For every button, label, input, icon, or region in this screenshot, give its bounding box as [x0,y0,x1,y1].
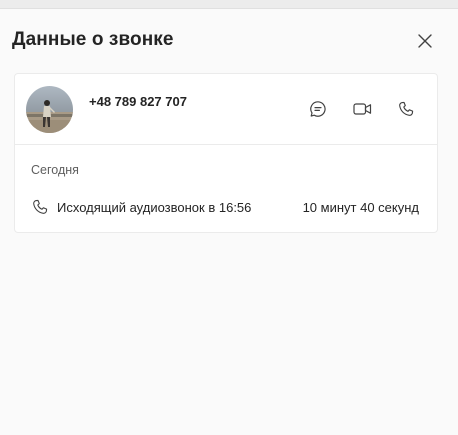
contact-phone-number: +48 789 827 707 [89,94,187,109]
chat-button[interactable] [306,97,330,121]
chat-icon [309,100,327,118]
window-top-strip [0,0,458,9]
close-icon [418,34,432,48]
video-call-icon [352,101,372,117]
audio-call-button[interactable] [394,97,418,121]
close-button[interactable] [414,30,436,52]
video-call-button[interactable] [350,97,374,121]
call-history-row: Исходящий аудиозвонок в 16:56 10 минут 4… [15,194,437,220]
call-description: Исходящий аудиозвонок в 16:56 [57,200,252,215]
date-section-label: Сегодня [31,163,79,177]
phone-icon [32,199,48,215]
phone-call-icon [398,101,414,117]
call-details-panel: Данные о звонке +48 789 827 707 Сегодня … [0,0,458,435]
panel-header: Данные о звонке [12,26,446,56]
call-duration: 10 минут 40 секунд [302,200,419,215]
call-details-card: +48 789 827 707 Сегодня Исходящий аудиоз… [14,73,438,233]
avatar[interactable] [26,86,73,133]
page-title: Данные о звонке [12,29,174,50]
contact-row: +48 789 827 707 [15,74,437,145]
